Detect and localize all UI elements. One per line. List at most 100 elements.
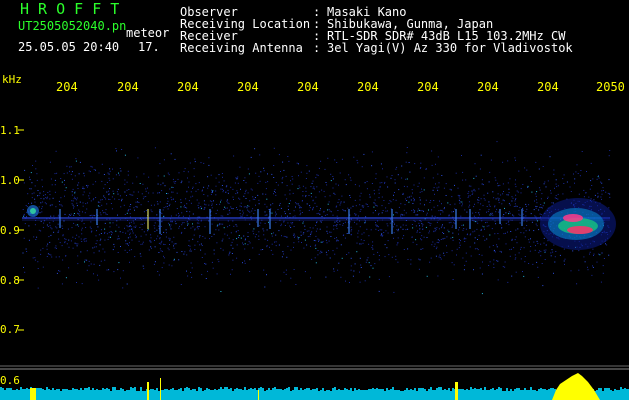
noise-dot [78,225,79,227]
noise-dot [526,225,528,226]
noise-dot [413,184,415,186]
noise-dot [338,262,340,264]
spectrum-noise-bar [14,390,16,392]
spectrum-noise-bar [214,389,216,392]
noise-dot [468,185,470,187]
noise-dot [117,193,119,195]
noise-dot [324,168,326,170]
noise-dot [147,230,149,232]
noise-dot [504,266,506,268]
noise-dot [271,233,273,235]
noise-dot [323,210,325,212]
noise-dot [184,206,186,208]
noise-dot [505,243,507,245]
spectrum-noise-bar [194,389,196,392]
noise-dot [356,223,358,225]
noise-dot [426,237,428,238]
noise-dot [244,193,246,195]
noise-dot [315,247,317,249]
noise-dot [499,250,501,252]
x-tick-label: 204 [117,80,139,94]
noise-dot [329,210,331,212]
noise-dot [78,209,80,211]
noise-dot [539,187,541,189]
noise-dot [211,192,213,193]
spectrum-noise-bar [212,390,214,392]
noise-dot [223,227,225,229]
noise-dot [253,228,255,230]
noise-dot [542,205,544,207]
noise-dot [508,192,510,194]
noise-dot [154,240,155,241]
noise-dot [345,184,347,186]
spectrum-noise-bar [374,389,376,392]
noise-dot [483,194,485,196]
noise-dot [255,172,257,174]
noise-dot [496,260,498,262]
noise-dot [147,201,149,203]
spectrum-noise-bar [20,387,22,392]
noise-dot [577,173,579,174]
noise-dot [420,162,422,164]
noise-dot [411,210,413,212]
noise-dot [490,213,491,215]
noise-dot [378,189,380,191]
noise-dot [433,245,435,247]
noise-dot [461,155,462,156]
noise-dot [410,259,412,261]
spectrum-noise-bar [246,390,248,392]
noise-dot [394,179,396,181]
noise-dot [478,234,480,236]
noise-dot [528,241,530,243]
noise-dot [474,237,476,239]
noise-dot [205,278,207,279]
noise-dot [49,222,51,224]
noise-dot [93,169,95,171]
noise-dot [258,175,260,177]
noise-dot [523,227,525,229]
spectrum-noise-bar [606,388,608,392]
noise-dot [132,220,134,222]
noise-dot [52,220,54,222]
noise-dot [536,199,537,201]
noise-dot [192,223,193,225]
spectrum-noise-bar [418,388,420,392]
noise-dot [420,238,421,240]
noise-dot [457,187,459,189]
noise-dot [26,206,28,208]
noise-dot [385,207,387,209]
noise-dot [497,197,499,199]
noise-dot [43,222,45,224]
noise-dot [387,240,389,242]
noise-dot [163,216,165,218]
noise-dot [226,199,228,201]
noise-dot [400,203,402,205]
noise-dot [110,236,111,238]
noise-dot [76,197,78,199]
noise-dot [232,208,234,210]
noise-dot [578,250,580,252]
noise-dot [179,225,180,227]
noise-dot [129,225,131,226]
noise-dot [557,193,559,195]
noise-dot [305,187,307,189]
spectrum-noise-bar [216,390,218,392]
noise-dot [137,157,139,159]
noise-dot [61,181,63,183]
noise-dot [31,193,33,195]
noise-dot [463,238,465,240]
noise-dot [116,224,118,226]
spectrum-noise-bar [598,388,600,392]
noise-dot [384,256,386,258]
noise-dot [536,240,538,242]
noise-dot [433,206,435,208]
noise-dot [359,226,361,228]
spectrum-noise-bar [220,387,222,392]
noise-dot [344,221,346,223]
noise-dot [189,250,191,252]
noise-dot [263,230,265,232]
noise-dot [452,279,454,280]
noise-dot [554,261,556,263]
noise-dot [43,198,45,200]
spectrum-noise-bar [62,389,64,392]
